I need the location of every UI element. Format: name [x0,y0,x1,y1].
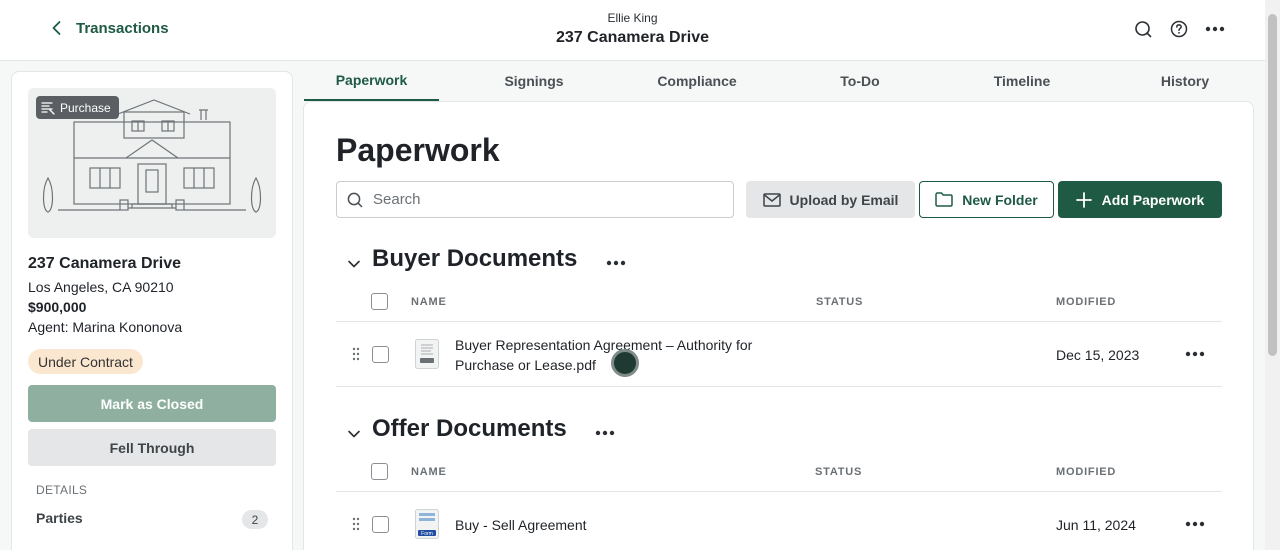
drag-handle-icon[interactable] [352,517,360,531]
new-folder-label: New Folder [962,191,1038,208]
property-illustration: Purchase [28,88,276,238]
plus-icon [1075,191,1092,208]
page-title: Paperwork [336,132,500,168]
divider [336,491,1222,492]
search-icon[interactable] [1133,19,1153,39]
agent-name: Ellie King [607,11,658,25]
pdf-doc-icon [415,339,439,369]
upload-by-email-label: Upload by Email [789,191,899,208]
help-icon[interactable] [1169,19,1189,39]
parties-count-badge: 2 [242,510,268,529]
paperwork-panel: Paperwork Upload by Email New Folder Add… [303,101,1254,550]
fell-through-button[interactable]: Fell Through [28,429,276,466]
mail-icon [762,192,781,207]
add-paperwork-button[interactable]: Add Paperwork [1058,181,1222,218]
select-all-checkbox[interactable] [371,463,388,480]
form-doc-icon: Form [415,509,439,539]
tab-history[interactable]: History [1135,60,1235,101]
tab-timeline[interactable]: Timeline [972,60,1072,101]
column-header-status: STATUS [816,296,864,308]
tab-to-do[interactable]: To-Do [810,60,910,101]
divider [336,386,1222,387]
mark-as-closed-button[interactable]: Mark as Closed [28,385,276,422]
row-more-icon[interactable] [1185,351,1205,357]
property-price: $900,000 [28,299,87,315]
purchase-type-icon [41,101,55,115]
new-folder-button[interactable]: New Folder [919,181,1054,218]
row-more-icon[interactable] [1185,521,1205,527]
purchase-badge-label: Purchase [60,100,111,115]
property-address-title: 237 Canamera Drive [28,255,181,272]
status-badge: Under Contract [28,349,143,374]
section-more-icon[interactable] [606,259,626,267]
document-modified-date: Jun 11, 2024 [1056,517,1136,533]
search-field[interactable] [336,181,734,218]
property-city-line: Los Angeles, CA 90210 [28,279,174,295]
section-title-buyer-documents: Buyer Documents [372,245,578,272]
cursor-indicator [611,349,639,377]
details-section-label: DETAILS [36,483,88,497]
purchase-badge: Purchase [36,96,119,119]
top-bar: Transactions Ellie King 237 Canamera Dri… [0,0,1265,61]
page-scrollbar[interactable] [1265,0,1280,550]
document-name[interactable]: Buy - Sell Agreement [455,515,765,535]
parties-link[interactable]: Parties [36,510,83,526]
tab-paperwork[interactable]: Paperwork [304,60,439,101]
search-input[interactable] [373,191,713,208]
property-title: 237 Canamera Drive [556,29,709,46]
column-header-name: NAME [411,296,447,308]
row-checkbox[interactable] [372,516,389,533]
search-icon [347,192,363,207]
more-icon[interactable] [1205,19,1225,39]
transaction-summary-card: Purchase 237 Canamera Drive Los Angeles,… [11,71,293,550]
section-more-icon[interactable] [595,429,615,437]
column-header-modified: MODIFIED [1056,466,1117,478]
upload-by-email-button[interactable]: Upload by Email [746,181,915,218]
section-title-offer-documents: Offer Documents [372,415,567,442]
document-name[interactable]: Buyer Representation Agreement – Authori… [455,335,765,375]
page-header-title: Ellie King 237 Canamera Drive [0,11,1265,49]
drag-handle-icon[interactable] [352,347,360,361]
add-paperwork-label: Add Paperwork [1101,191,1205,208]
column-header-modified: MODIFIED [1056,296,1117,308]
document-modified-date: Dec 15, 2023 [1056,347,1140,363]
collapse-chevron-icon[interactable] [346,256,362,272]
folder-icon [935,192,954,207]
collapse-chevron-icon[interactable] [346,426,362,442]
column-header-status: STATUS [815,466,863,478]
row-checkbox[interactable] [372,346,389,363]
tab-signings[interactable]: Signings [484,60,584,101]
form-icon-text: Form [421,531,433,537]
transaction-tabs: Paperwork Signings Compliance To-Do Time… [304,60,1254,101]
property-agent: Agent: Marina Kononova [28,319,183,335]
divider [336,321,1222,322]
select-all-checkbox[interactable] [371,293,388,310]
column-header-name: NAME [411,466,447,478]
scrollbar-thumb[interactable] [1268,14,1277,356]
tab-compliance[interactable]: Compliance [647,60,747,101]
